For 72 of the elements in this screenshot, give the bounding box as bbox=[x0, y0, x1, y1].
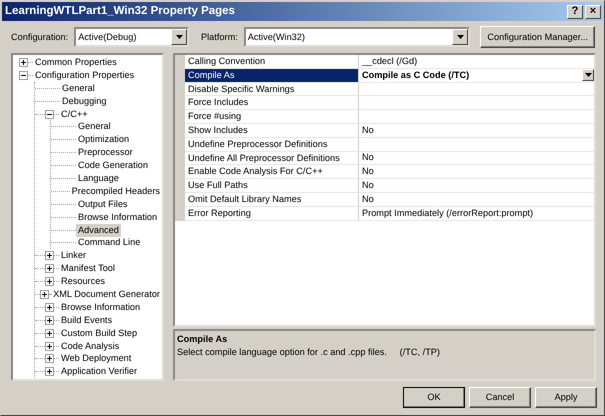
expander-icon[interactable] bbox=[45, 328, 54, 338]
tree-item[interactable]: Linker bbox=[59, 249, 88, 262]
help-button[interactable]: ? bbox=[567, 4, 583, 18]
tree-item[interactable]: Resources bbox=[59, 275, 107, 288]
expander-icon[interactable] bbox=[45, 110, 54, 118]
tree-item[interactable]: General bbox=[60, 82, 97, 95]
expander-icon[interactable] bbox=[45, 251, 54, 260]
tree-item[interactable]: Application Verifier bbox=[59, 365, 140, 378]
configuration-manager-button[interactable]: Configuration Manager... bbox=[480, 26, 595, 48]
configuration-label: Configuration: bbox=[11, 30, 68, 44]
property-value: No bbox=[362, 192, 375, 206]
tree-item[interactable]: Build Events bbox=[59, 314, 114, 327]
property-value: No bbox=[362, 151, 375, 164]
tree-item[interactable]: Common Properties bbox=[33, 56, 119, 69]
tree-item[interactable]: Code Analysis bbox=[59, 340, 122, 353]
property-name[interactable]: Force Includes bbox=[185, 96, 359, 110]
tree-item[interactable]: Output Files bbox=[76, 198, 130, 211]
tree-item[interactable]: Code Generation bbox=[76, 159, 150, 172]
row-header[interactable] bbox=[175, 55, 185, 69]
platform-dropdown[interactable]: Active(Win32) bbox=[244, 27, 470, 47]
tree-item[interactable]: Browse Information bbox=[76, 210, 160, 224]
property-name[interactable]: Compile As bbox=[185, 68, 359, 83]
property-name[interactable]: Undefine Preprocessor Definitions bbox=[185, 138, 359, 152]
expander-icon[interactable] bbox=[45, 316, 54, 325]
property-name[interactable]: Error Reporting bbox=[185, 206, 359, 221]
property-name[interactable]: Enable Code Analysis For C/C++ bbox=[185, 165, 359, 180]
description-title: Compile As bbox=[177, 333, 228, 346]
property-value: No bbox=[362, 165, 375, 178]
tree-item[interactable]: Debugging bbox=[60, 94, 108, 108]
property-value: __cdecl (/Gd) bbox=[362, 55, 418, 68]
tree-item[interactable]: Manifest Tool bbox=[59, 262, 117, 276]
tree-item[interactable]: Web Deployment bbox=[59, 352, 134, 366]
tree-item[interactable]: General bbox=[76, 120, 113, 134]
tree-item[interactable]: Custom Build Step bbox=[59, 326, 140, 340]
expander-icon[interactable] bbox=[19, 70, 28, 80]
description-text: Select compile language option for .c and .cpp files. (/TC, /TP) bbox=[177, 346, 441, 359]
property-name[interactable]: Force #using bbox=[185, 110, 359, 124]
expander-icon[interactable] bbox=[45, 367, 54, 376]
expander-icon[interactable] bbox=[45, 264, 54, 274]
property-name[interactable]: Undefine All Preprocessor Definitions bbox=[185, 152, 359, 166]
property-name[interactable]: Show Includes bbox=[185, 124, 359, 138]
row-header[interactable] bbox=[175, 206, 185, 221]
expander-icon[interactable] bbox=[19, 58, 28, 67]
tree-item[interactable]: Optimization bbox=[76, 133, 132, 146]
window-title: LearningWTLPart1_Win32 Property Pages bbox=[5, 5, 236, 18]
dialog-button[interactable]: Cancel bbox=[469, 387, 531, 408]
property-value: Prompt Immediately (/errorReport:prompt) bbox=[362, 206, 534, 220]
property-name[interactable]: Use Full Paths bbox=[185, 179, 359, 193]
expander-icon[interactable] bbox=[45, 354, 54, 364]
tree-item[interactable]: Configuration Properties bbox=[33, 68, 136, 82]
platform-label: Platform: bbox=[201, 30, 238, 44]
tree-item[interactable]: Language bbox=[76, 172, 121, 185]
tree-item[interactable]: Preprocessor bbox=[76, 146, 135, 160]
dialog-button[interactable]: Apply bbox=[535, 387, 597, 408]
tree-item[interactable]: XML Document Generator bbox=[51, 288, 162, 301]
close-button[interactable]: × bbox=[585, 4, 601, 18]
tree-item[interactable]: Browse Information bbox=[59, 300, 142, 314]
tree-item[interactable]: Command Line bbox=[76, 236, 142, 250]
tree-item[interactable]: C/C++ bbox=[59, 108, 90, 121]
property-name[interactable]: Disable Specific Warnings bbox=[185, 82, 359, 96]
expander-icon[interactable] bbox=[40, 290, 49, 299]
expander-icon[interactable] bbox=[45, 277, 54, 286]
dialog-button[interactable]: OK bbox=[403, 387, 465, 408]
property-value: No bbox=[362, 124, 375, 137]
property-name[interactable]: Omit Default Library Names bbox=[185, 192, 359, 207]
property-value: No bbox=[362, 179, 375, 192]
tree-item[interactable]: Advanced bbox=[76, 224, 121, 237]
property-value: Compile as C Code (/TC) bbox=[362, 68, 470, 82]
tree-item[interactable]: Precompiled Headers bbox=[70, 184, 162, 198]
expander-icon[interactable] bbox=[45, 342, 54, 351]
expander-icon[interactable] bbox=[45, 302, 54, 312]
configuration-dropdown[interactable]: Active(Debug) bbox=[74, 27, 190, 47]
